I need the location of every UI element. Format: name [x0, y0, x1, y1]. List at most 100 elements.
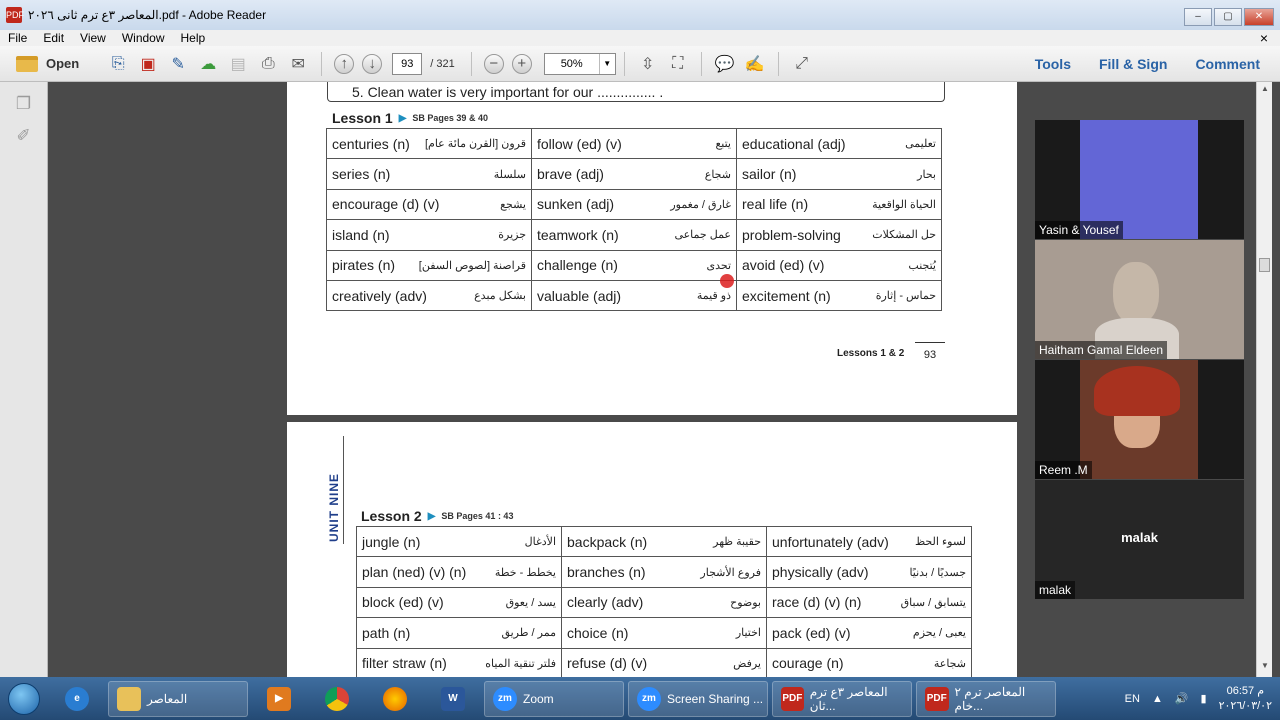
vocab-cell: jungle (n) الأدغال	[356, 525, 562, 558]
taskbar-folder-window[interactable]: المعاصر	[108, 680, 248, 717]
windows-taskbar: e المعاصر ▶ W zm Zoom zm Screen Sharing …	[0, 677, 1280, 720]
vocab-english: island (n)	[332, 226, 390, 243]
vocab-arabic: قرون [القرن مائة عام]	[424, 138, 526, 151]
save-icon[interactable]: ▤	[227, 53, 249, 75]
main-toolbar: Open ⎘ ▣ ✎ ☁ ▤ ⎙ ✉ ↑ ↓ 93 / 321 − + 50% …	[0, 46, 1280, 82]
start-button[interactable]	[0, 677, 48, 720]
zoom-select[interactable]: 50% ▼	[543, 52, 616, 75]
menu-view[interactable]: View	[80, 31, 106, 45]
taskbar-zoom[interactable]: zm Zoom	[484, 680, 624, 717]
taskbar-word[interactable]: W	[426, 681, 480, 717]
vocab-cell: unfortunately (adv) لسوء الحظ	[766, 525, 972, 558]
vocab-row: filter straw (n) فلتر تنقية المياه refuse …	[356, 647, 972, 677]
maximize-button[interactable]: ▢	[1214, 8, 1242, 26]
comment-tab[interactable]: Comment	[1195, 56, 1260, 72]
clock[interactable]: 06:57 م ٢٠٢٦/٠٣/٠٢	[1219, 684, 1272, 714]
windows-logo-icon	[8, 682, 40, 715]
menu-edit[interactable]: Edit	[43, 31, 64, 45]
taskbar-chrome[interactable]	[310, 681, 364, 717]
menu-help[interactable]: Help	[181, 31, 206, 45]
vocab-row: pirates (n) قراصنة [لصوص السفن] challenge …	[326, 249, 942, 281]
vocab-english: block (ed) (v)	[362, 594, 444, 611]
vocab-arabic: فروع الأشجار	[700, 566, 761, 579]
attachments-icon[interactable]: ✐	[14, 126, 34, 146]
chevron-down-icon[interactable]: ▼	[598, 53, 615, 74]
tools-tab[interactable]: Tools	[1035, 56, 1071, 72]
vocab-english: avoid (ed) (v)	[742, 257, 825, 274]
vocab-arabic: عمل جماعى	[674, 229, 731, 242]
vocab-cell: block (ed) (v) يسد / يعوق	[356, 586, 562, 619]
edit-icon[interactable]: ✎	[167, 53, 189, 75]
vocab-cell: sunken (adj) غارق / مغمور	[531, 188, 737, 221]
participant-tile[interactable]: Haitham Gamal Eldeen	[1035, 240, 1244, 359]
network-icon[interactable]: ▮	[1201, 692, 1207, 705]
vocab-english: refuse (d) (v)	[567, 655, 648, 672]
taskbar-firefox[interactable]	[368, 681, 422, 717]
taskbar-internet-explorer[interactable]: e	[50, 681, 104, 717]
scroll-down-icon[interactable]: ▼	[1257, 661, 1273, 675]
open-button[interactable]: Open	[16, 55, 79, 72]
email-icon[interactable]: ✉	[287, 53, 309, 75]
document-close-icon[interactable]: ×	[1260, 30, 1268, 46]
fill-sign-tab[interactable]: Fill & Sign	[1099, 56, 1167, 72]
create-pdf-icon[interactable]: ⎘	[107, 53, 129, 75]
vocab-cell: excitement (n) حماس - إثارة	[736, 279, 942, 312]
vocab-cell: series (n) سلسلة	[326, 158, 532, 190]
vocab-english: branches (n)	[567, 564, 646, 581]
zoom-in-button[interactable]: +	[511, 53, 532, 74]
question-text: 5. Clean water is very important for our…	[352, 84, 664, 100]
vocab-english: real life (n)	[742, 196, 809, 213]
fit-width-icon[interactable]: ⛶	[667, 53, 689, 75]
scrollbar-thumb[interactable]	[1259, 258, 1270, 272]
vocab-arabic: فلتر تنقية المياه	[485, 657, 556, 670]
vocab-arabic: الأدغال	[524, 536, 556, 549]
comment-bubble-icon[interactable]: 💬	[714, 53, 736, 75]
print-icon[interactable]: ⎙	[257, 53, 279, 75]
close-button[interactable]: ✕	[1244, 8, 1274, 26]
participant-tile[interactable]: malak malak	[1035, 480, 1244, 599]
scroll-up-icon[interactable]: ▲	[1257, 84, 1273, 98]
taskbar-item-label: Screen Sharing ...	[667, 691, 764, 706]
vocab-cell: centuries (n) قرون [القرن مائة عام]	[326, 127, 532, 160]
toolbar-divider	[321, 51, 323, 76]
cloud-upload-icon[interactable]: ☁	[197, 53, 219, 75]
participant-tile[interactable]: Reem .M	[1035, 360, 1244, 479]
taskbar-media-player[interactable]: ▶	[252, 681, 306, 717]
page-number-input[interactable]: 93	[392, 52, 423, 75]
taskbar-zoom-screen-sharing[interactable]: zm Screen Sharing ...	[628, 680, 768, 717]
vocab-english: sailor (n)	[742, 166, 797, 183]
vocab-cell: courage (n) شجاعة	[766, 647, 972, 677]
zoom-out-button[interactable]: −	[483, 53, 504, 74]
export-pdf-icon[interactable]: ▣	[137, 53, 159, 75]
minimize-button[interactable]: ‒	[1184, 8, 1212, 26]
vocab-english: educational (adj)	[742, 135, 846, 152]
triangle-right-icon: ▶	[427, 510, 436, 522]
vocab-english: series (n)	[332, 166, 391, 183]
page-total: / 321	[430, 57, 455, 70]
language-indicator[interactable]: EN	[1125, 693, 1140, 705]
chrome-icon	[325, 686, 349, 711]
speaker-icon[interactable]: 🔊	[1175, 692, 1189, 705]
tray-expand-icon[interactable]: ▲	[1152, 693, 1163, 705]
folder-icon	[16, 55, 38, 72]
menu-file[interactable]: File	[8, 31, 27, 45]
taskbar-adobe-reader-2[interactable]: PDF المعاصر ترم ٢ خام...	[916, 680, 1056, 717]
vocab-english: encourage (d) (v)	[332, 196, 440, 213]
next-page-button[interactable]: ↓	[362, 53, 383, 74]
participant-tile[interactable]: Yasin & Yousef	[1035, 120, 1244, 239]
page-thumbnails-icon[interactable]: ❐	[14, 94, 34, 114]
vertical-scrollbar[interactable]: ▲ ▼	[1256, 82, 1272, 677]
pdf-page-93: 5. Clean water is very important for our…	[287, 82, 1017, 415]
vocab-english: sunken (adj)	[537, 196, 615, 213]
lesson-1-pages: SB Pages 39 & 40	[412, 113, 488, 123]
previous-page-button[interactable]: ↑	[334, 53, 355, 74]
vocab-english: filter straw (n)	[362, 655, 447, 672]
vocab-english: teamwork (n)	[537, 226, 619, 243]
fullscreen-icon[interactable]: ⤢	[791, 53, 813, 75]
vocab-english: clearly (adv)	[567, 594, 644, 611]
taskbar-adobe-reader-1[interactable]: PDF المعاصر ٣ع ترم ثان...	[772, 680, 912, 717]
fit-page-icon[interactable]: ⇳	[637, 53, 659, 75]
menu-window[interactable]: Window	[122, 31, 165, 45]
lesson-2-heading: Lesson 2 ▶ SB Pages 41 : 43	[361, 508, 513, 524]
highlight-icon[interactable]: ✍	[744, 53, 766, 75]
